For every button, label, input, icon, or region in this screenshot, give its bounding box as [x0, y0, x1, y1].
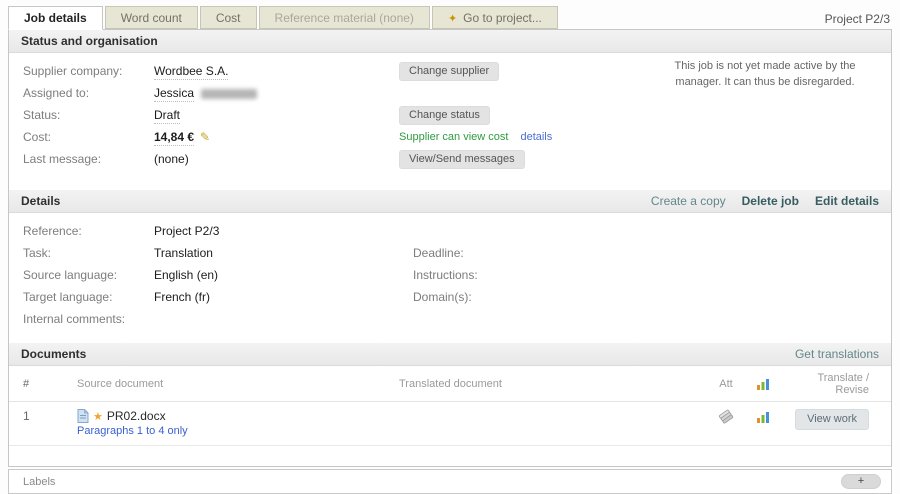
job-inactive-note: This job is not yet made active by the m…	[649, 59, 881, 91]
source-document-cell: ★ PR02.docx Paragraphs 1 to 4 only	[77, 409, 399, 437]
column-statistics-icon	[743, 378, 783, 390]
tab-go-to-project-label: Go to project...	[463, 11, 542, 25]
domains-label: Domain(s):	[413, 290, 538, 304]
supplier-value: Wordbee S.A.	[154, 64, 399, 78]
reference-value: Project P2/3	[154, 224, 399, 238]
labels-section: Labels +	[8, 469, 892, 494]
view-send-messages-button[interactable]: View/Send messages	[399, 150, 525, 169]
column-translate-revise: Translate / Revise	[783, 372, 879, 396]
target-language-value: French (fr)	[154, 290, 399, 304]
change-status-button[interactable]: Change status	[399, 106, 490, 125]
supplier-label: Supplier company:	[23, 64, 154, 78]
redacted-name	[201, 89, 257, 99]
last-message-value: (none)	[154, 152, 399, 166]
last-message-label: Last message:	[23, 152, 154, 166]
column-number: #	[23, 378, 77, 390]
source-language-label: Source language:	[23, 268, 154, 282]
job-details-page: Job details Word count Cost Reference ma…	[0, 0, 900, 494]
column-source-document: Source document	[77, 378, 399, 390]
task-value: Translation	[154, 246, 399, 260]
project-label: Project P2/3	[825, 12, 890, 26]
supplier-can-view-cost-text: Supplier can view cost	[399, 131, 508, 143]
documents-section-title: Documents	[21, 347, 86, 361]
paragraph-scope-link[interactable]: Paragraphs 1 to 4 only	[77, 425, 399, 437]
translate-revise-cell: View work	[783, 409, 879, 430]
edit-details-link[interactable]: Edit details	[815, 194, 879, 208]
cost-details-link[interactable]: details	[520, 131, 552, 143]
statistics-cell[interactable]	[743, 409, 783, 423]
create-copy-link[interactable]: Create a copy	[651, 194, 726, 208]
documents-table-header: # Source document Translated document At…	[9, 366, 891, 402]
bar-chart-icon	[756, 378, 770, 390]
cost-value: 14,84 €✎	[154, 130, 399, 144]
empty-table-space	[9, 446, 891, 466]
details-section-body: Reference: Project P2/3 Task: Translatio…	[9, 213, 891, 343]
status-label: Status:	[23, 108, 154, 122]
tab-cost[interactable]: Cost	[200, 6, 257, 29]
assigned-value: Jessica	[154, 86, 399, 100]
main-content-box: Status and organisation This job is not …	[8, 29, 892, 467]
tab-go-to-project[interactable]: ✦ Go to project...	[432, 6, 558, 29]
target-language-row: Target language: French (fr) Domain(s):	[9, 286, 891, 308]
note-line-2: manager. It can thus be disregarded.	[675, 76, 854, 88]
column-translated-document: Translated document	[399, 378, 709, 390]
tab-word-count[interactable]: Word count	[105, 6, 198, 29]
attachments-icon	[718, 409, 734, 424]
cost-label: Cost:	[23, 130, 154, 144]
go-to-project-icon: ✦	[448, 13, 457, 25]
source-document-filename[interactable]: PR02.docx	[107, 409, 166, 423]
source-language-row: Source language: English (en) Instructio…	[9, 264, 891, 286]
table-row: 1 ★ PR02.docx Paragraphs 1 to 4 only	[9, 402, 891, 446]
bar-chart-icon	[756, 411, 770, 423]
document-icon	[77, 409, 89, 423]
task-row: Task: Translation Deadline:	[9, 242, 891, 264]
details-section-header: Details Create a copy Delete job Edit de…	[9, 190, 891, 213]
task-label: Task:	[23, 246, 154, 260]
reference-row: Reference: Project P2/3	[9, 220, 891, 242]
add-label-button[interactable]: +	[841, 474, 881, 489]
row-number: 1	[23, 409, 77, 423]
last-message-row: Last message: (none) View/Send messages	[9, 148, 891, 170]
cost-row: Cost: 14,84 €✎ Supplier can view cost de…	[9, 126, 891, 148]
status-section-title: Status and organisation	[21, 34, 158, 48]
deadline-label: Deadline:	[413, 246, 538, 260]
instructions-label: Instructions:	[413, 268, 538, 282]
internal-comments-label: Internal comments:	[23, 312, 154, 326]
reference-label: Reference:	[23, 224, 154, 238]
delete-job-link[interactable]: Delete job	[742, 194, 799, 208]
attachments-cell[interactable]	[709, 409, 743, 424]
internal-comments-row: Internal comments:	[9, 308, 891, 330]
tab-job-details[interactable]: Job details	[8, 6, 103, 30]
change-supplier-button[interactable]: Change supplier	[399, 62, 499, 81]
labels-title: Labels	[23, 476, 55, 488]
status-section-header: Status and organisation	[9, 30, 891, 53]
note-line-1: This job is not yet made active by the	[675, 60, 856, 72]
tab-reference-material[interactable]: Reference material (none)	[259, 6, 430, 29]
target-language-label: Target language:	[23, 290, 154, 304]
column-attachments: Att	[709, 378, 743, 390]
status-row: Status: Draft Change status	[9, 104, 891, 126]
documents-section-header: Documents Get translations	[9, 343, 891, 366]
source-language-value: English (en)	[154, 268, 399, 282]
status-section-body: This job is not yet made active by the m…	[9, 53, 891, 190]
tab-bar: Job details Word count Cost Reference ma…	[8, 5, 892, 29]
details-section-title: Details	[21, 194, 60, 208]
get-translations-link[interactable]: Get translations	[795, 347, 879, 361]
status-value: Draft	[154, 108, 399, 122]
assigned-label: Assigned to:	[23, 86, 154, 100]
priority-star-icon: ★	[93, 410, 103, 423]
view-work-button[interactable]: View work	[795, 409, 869, 430]
edit-cost-icon[interactable]: ✎	[200, 130, 210, 144]
